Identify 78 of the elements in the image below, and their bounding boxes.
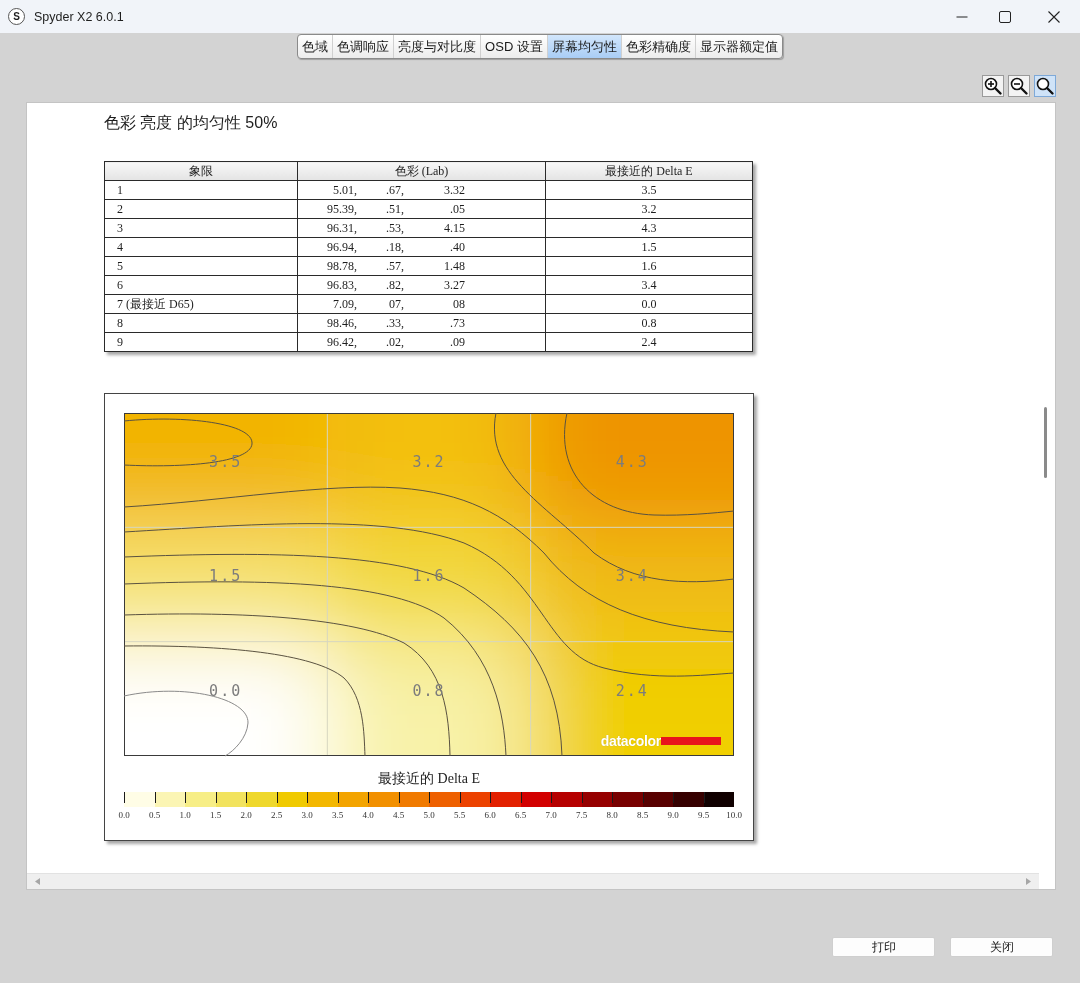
table-cell: 2.4 [545,332,753,352]
magnifier-icon[interactable] [1034,75,1056,97]
app-logo: S [8,8,25,25]
table-cell: 7.09, 07, 08 [297,294,546,314]
scale-tick-label: 9.0 [666,810,680,821]
cell-value-label: 0.0 [209,681,243,700]
table-cell: 6 [104,275,298,295]
logo: datacolor [600,734,723,748]
scale-tick-label: 9.5 [696,810,711,821]
dialog-button[interactable]: 打印 [832,937,935,957]
scale-tick-label: 2.0 [239,810,253,821]
table-cell: 4.3 [545,218,753,238]
scale-tick-label: 1.0 [178,810,192,821]
zoom-out-icon[interactable] [1008,75,1030,97]
window-title: Spyder X2 6.0.1 [34,9,124,24]
cell-value-label: 2.4 [615,681,649,700]
cell-value-label: 3.2 [412,453,446,472]
table-cell: 7 (最接近 D65) [104,294,298,314]
table-cell: 8 [104,313,298,333]
maximize-icon[interactable] [999,10,1011,23]
scale-tick-label: 10.0 [725,810,743,821]
scale-title: 最接近的 Delta E [377,772,481,786]
scroll-thumb[interactable] [1044,407,1047,478]
table-cell: 3.5 [545,180,753,200]
cell-value-label: 4.3 [615,453,649,472]
tab[interactable]: 色调响应 [333,35,395,58]
table-cell: 4 [104,237,298,257]
tab[interactable]: OSD 设置 [481,35,548,58]
column-header: 象限 [104,161,298,181]
column-header: 最接近的 Delta E [545,161,753,181]
scale-tick-label: 2.5 [269,810,284,821]
scale-tick-label: 1.5 [208,810,223,821]
table-cell: 0.8 [545,313,753,333]
scale-tick-label: 4.5 [391,810,406,821]
scale-tick-label: 0.5 [147,810,162,821]
scale-tick-label: 8.5 [635,810,650,821]
dialog-button[interactable]: 关闭 [950,937,1053,957]
scale-tick-label: 8.0 [605,810,619,821]
table-cell: 96.42, .02, .09 [297,332,546,352]
scale-tick-label: 7.5 [574,810,589,821]
scale-tick-label: 4.0 [361,810,375,821]
table-cell: 2 [104,199,298,219]
scale-tick-label: 5.5 [452,810,467,821]
scale-tick-label: 5.0 [422,810,436,821]
cell-value-label: 1.5 [209,567,243,586]
scale-tick-label: 3.0 [300,810,314,821]
table-cell: 1.6 [545,256,753,276]
table-cell: 5.01, .67, 3.32 [297,180,546,200]
tab[interactable]: 亮度与对比度 [394,35,482,58]
table-cell: 1.5 [545,237,753,257]
scale-tick-label: 7.0 [544,810,558,821]
tab[interactable]: 屏幕均匀性 [547,35,622,58]
table-cell: 98.46, .33, .73 [297,313,546,333]
table-cell: 95.39, .51, .05 [297,199,546,219]
scale-tick-label: 6.0 [483,810,497,821]
tab[interactable]: 色域 [298,35,334,58]
table-cell: 96.31, .53, 4.15 [297,218,546,238]
table-cell: 3.2 [545,199,753,219]
close-icon[interactable] [1048,10,1060,23]
tab[interactable]: 色彩精确度 [621,35,696,58]
zoom-in-icon[interactable] [982,75,1004,97]
table-cell: 98.78, .57, 1.48 [297,256,546,276]
column-header: 色彩 (Lab) [297,161,546,181]
table-cell: 3 [104,218,298,238]
scale-tick-label: 0.0 [117,810,131,821]
table-cell: 9 [104,332,298,352]
tab[interactable]: 显示器额定值 [695,35,782,58]
table-cell: 0.0 [545,294,753,314]
cell-value-label: 3.4 [615,567,649,586]
scale-tick-label: 6.5 [513,810,528,821]
table-cell: 96.83, .82, 3.27 [297,275,546,295]
cell-value-label: 1.6 [412,567,446,586]
table-cell: 1 [104,180,298,200]
report-title: 色彩 亮度 的均匀性 50% [104,113,279,133]
table-cell: 3.4 [545,275,753,295]
scale-tick-label: 3.5 [330,810,345,821]
table-cell: 96.94, .18, .40 [297,237,546,257]
table-cell: 5 [104,256,298,276]
